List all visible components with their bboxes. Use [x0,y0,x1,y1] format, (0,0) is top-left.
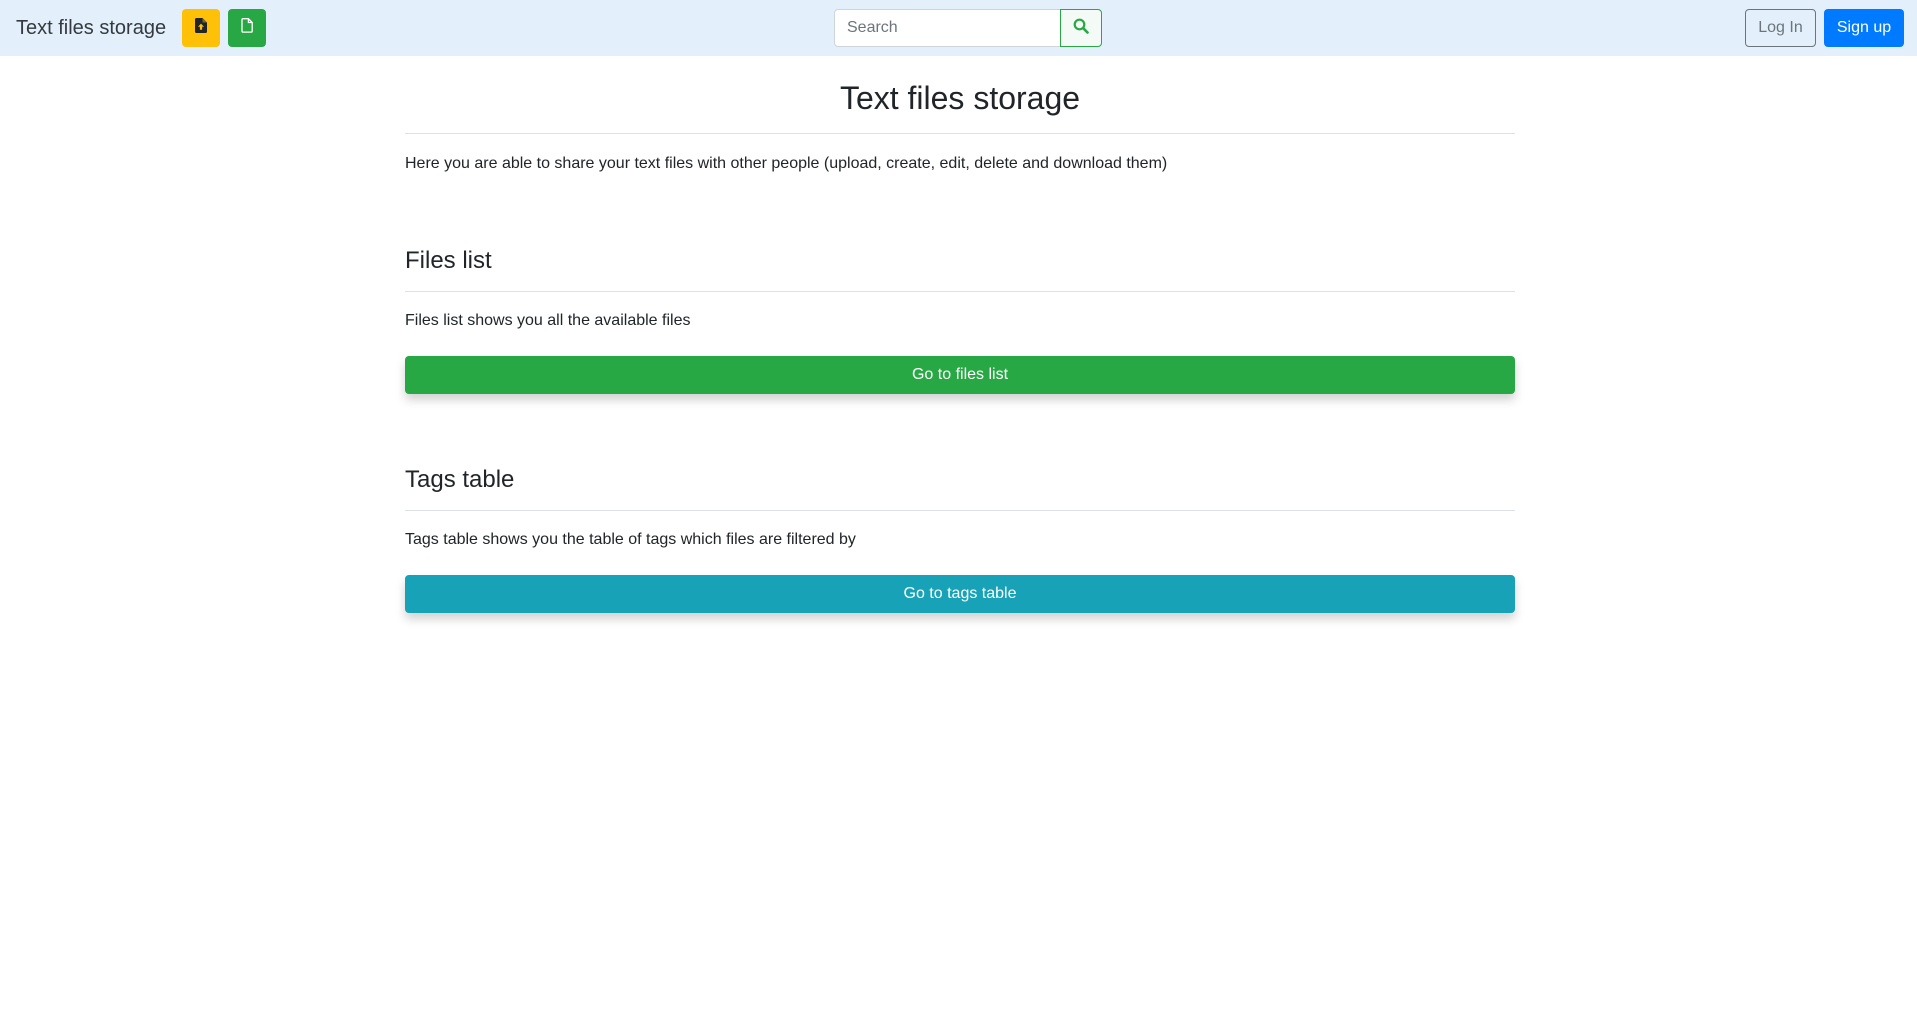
files-list-heading: Files list [405,247,492,274]
tags-table-description: Tags table shows you the table of tags w… [405,531,856,548]
file-upload-icon [195,18,207,38]
tags-table-heading: Tags table [405,466,515,493]
go-to-tags-table-button[interactable]: Go to tags table [405,575,1515,613]
brand-link[interactable]: Text files storage [16,14,166,42]
login-button[interactable]: Log In [1745,9,1816,47]
tags-table-divider [405,510,1515,511]
search-input[interactable] [834,9,1061,47]
intro-text: Here you are able to share your text fil… [405,155,1168,172]
page-title: Text files storage [839,80,1081,116]
files-list-description: Files list shows you all the available f… [405,312,691,329]
files-list-divider [405,291,1515,292]
navbar: Text files storage Log In Sign up [0,0,1917,56]
file-icon [241,18,253,38]
search-button[interactable] [1060,9,1102,47]
upload-file-button[interactable] [182,9,220,47]
title-divider [405,133,1515,134]
go-to-files-list-button[interactable]: Go to files list [405,356,1515,394]
create-file-button[interactable] [228,9,266,47]
search-icon [1073,18,1089,39]
signup-button[interactable]: Sign up [1824,9,1904,47]
